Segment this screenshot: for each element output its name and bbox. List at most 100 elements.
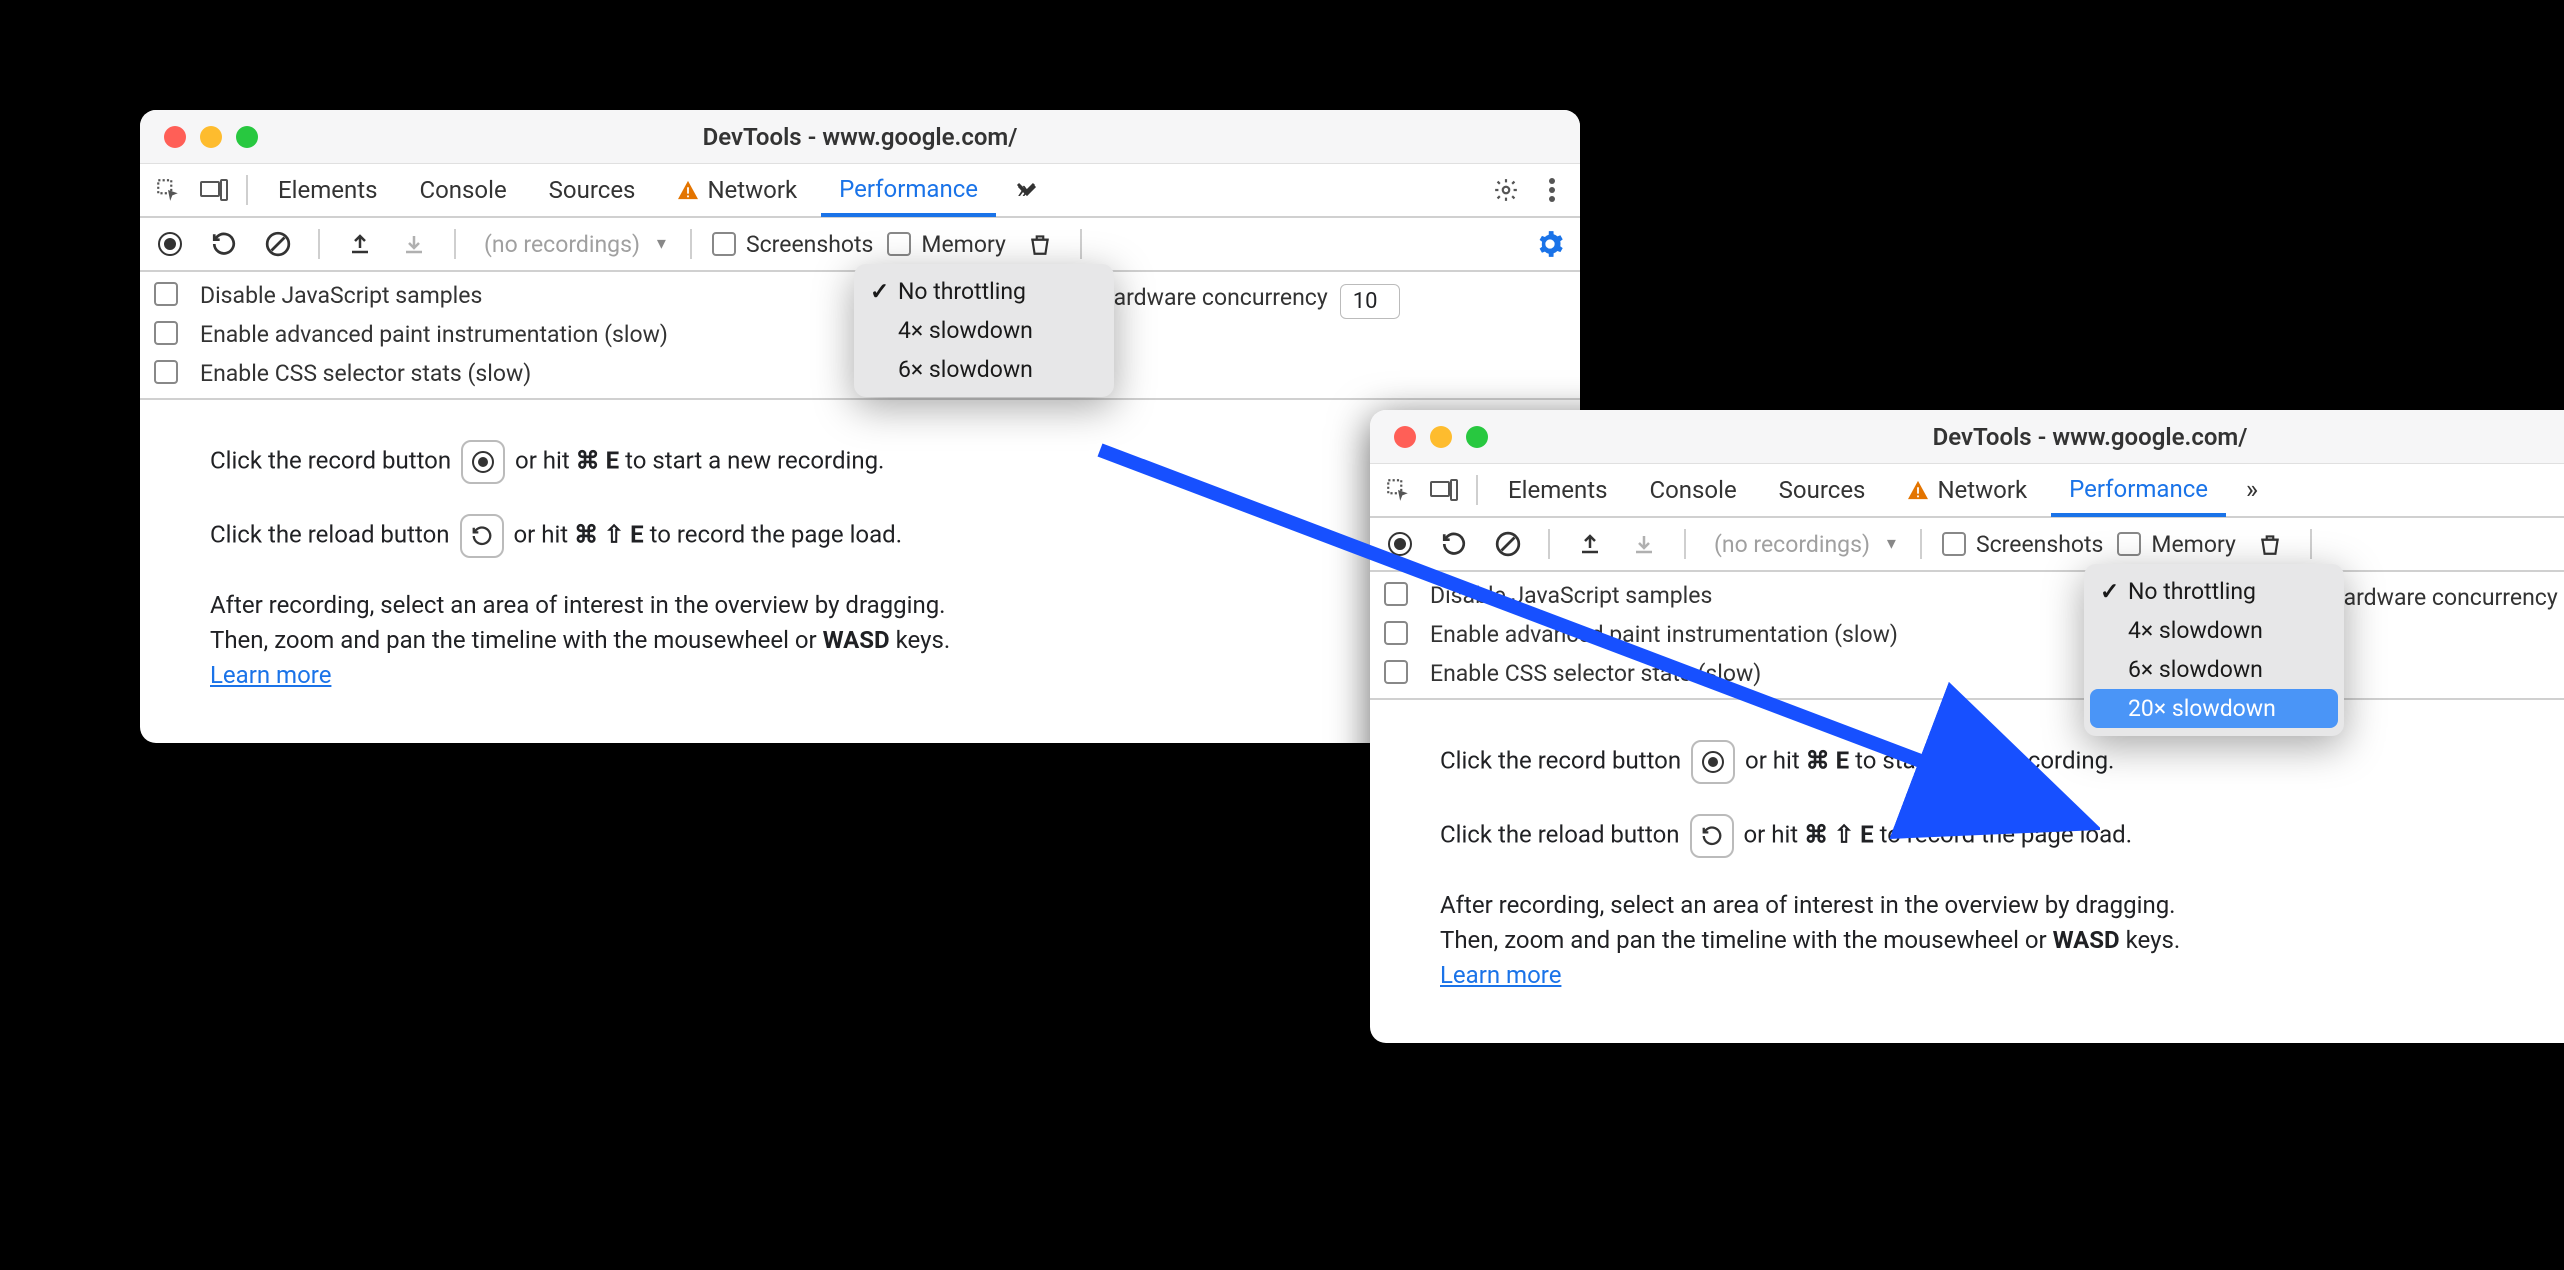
dropdown-item-20x[interactable]: 20× slowdown [2090,689,2338,728]
screenshots-checkbox[interactable]: Screenshots [1942,531,2103,558]
traffic-lights [1370,426,1488,448]
learn-more-link[interactable]: Learn more [210,661,331,689]
enable-paint-checkbox[interactable]: Enable advanced paint instrumentation (s… [1384,621,1950,650]
minimize-icon[interactable] [200,126,222,148]
devtools-window-1: DevTools - www.google.com/ Elements Cons… [140,110,1580,743]
disable-js-checkbox[interactable]: Disable JavaScript samples [1384,582,1950,611]
window-title: DevTools - www.google.com/ [140,123,1580,151]
download-icon[interactable] [394,224,434,264]
dropdown-item-6x[interactable]: 6× slowdown [2084,650,2344,689]
more-tabs-icon[interactable]: » [1002,170,1042,210]
performance-toolbar: (no recordings) Screenshots Memory [140,218,1580,272]
after-recording-text: After recording, select an area of inter… [1440,888,2564,992]
kebab-menu-icon[interactable] [1532,170,1572,210]
dropdown-item-6x[interactable]: 6× slowdown [854,350,1114,389]
zoom-icon[interactable] [1466,426,1488,448]
record-button[interactable] [1380,524,1420,564]
recordings-select[interactable]: (no recordings) [476,231,670,258]
hw-concurrency-label: Hardware concurrency [2327,584,2558,613]
cpu-throttling-dropdown: No throttling 4× slowdown 6× slowdown [854,264,1114,397]
upload-icon[interactable] [1570,524,1610,564]
upload-icon[interactable] [340,224,380,264]
performance-toolbar: (no recordings) Screenshots Memory [1370,518,2564,572]
tab-sources[interactable]: Sources [1761,464,1884,516]
divider [246,175,248,205]
minimize-icon[interactable] [1430,426,1452,448]
enable-css-checkbox[interactable]: Enable CSS selector stats (slow) [154,360,720,389]
hw-concurrency-row: Hardware concurrency 10 [1051,284,1566,319]
titlebar: DevTools - www.google.com/ [1370,410,2564,464]
reload-button[interactable] [1434,524,1474,564]
devtools-window-2: DevTools - www.google.com/ Elements Cons… [1370,410,2564,1043]
devtools-tabbar: Elements Console Sources Network Perform… [140,164,1580,218]
dropdown-item-no-throttling[interactable]: No throttling [2084,572,2344,611]
screenshots-checkbox[interactable]: Screenshots [712,231,873,258]
cpu-throttling-dropdown: No throttling 4× slowdown 6× slowdown 20… [2084,564,2344,736]
memory-checkbox[interactable]: Memory [887,231,1005,258]
zoom-icon[interactable] [236,126,258,148]
record-icon [461,440,505,484]
dropdown-item-4x[interactable]: 4× slowdown [2084,611,2344,650]
divider [1548,529,1550,559]
close-icon[interactable] [164,126,186,148]
enable-paint-checkbox[interactable]: Enable advanced paint instrumentation (s… [154,321,720,350]
divider [454,229,456,259]
tab-performance[interactable]: Performance [821,165,996,217]
recordings-select[interactable]: (no recordings) [1706,531,1900,558]
divider [318,229,320,259]
titlebar: DevTools - www.google.com/ [140,110,1580,164]
traffic-lights [140,126,258,148]
clear-button[interactable] [258,224,298,264]
device-toolbar-icon[interactable] [194,170,234,210]
tab-elements[interactable]: Elements [1490,464,1625,516]
instructions-panel: Click the record button or hit ⌘ E to st… [140,400,1580,742]
tab-network-label: Network [707,176,797,204]
devtools-tabbar: Elements Console Sources Network Perform… [1370,464,2564,518]
record-icon [1691,740,1735,784]
divider [1920,529,1922,559]
hw-concurrency-input[interactable]: 10 [1340,284,1400,319]
tab-network[interactable]: Network [1889,464,2045,516]
tab-elements[interactable]: Elements [260,164,395,216]
tab-console[interactable]: Console [401,164,524,216]
clear-button[interactable] [1488,524,1528,564]
divider [1476,475,1478,505]
after-recording-text: After recording, select an area of inter… [210,588,1550,692]
reload-instruction: Click the reload button or hit ⌘ ⇧ E to … [210,514,1550,558]
learn-more-link[interactable]: Learn more [1440,961,1561,989]
reload-icon [460,514,504,558]
disable-js-checkbox[interactable]: Disable JavaScript samples [154,282,720,311]
hw-concurrency-label: Hardware concurrency [1097,284,1328,313]
close-icon[interactable] [1394,426,1416,448]
collect-garbage-icon[interactable] [1020,224,1060,264]
download-icon[interactable] [1624,524,1664,564]
divider [1080,229,1082,259]
settings-gear-icon[interactable] [1486,170,1526,210]
tab-sources[interactable]: Sources [531,164,654,216]
capture-settings-gear-icon[interactable] [1530,224,1570,264]
tab-network-label: Network [1937,476,2027,504]
collect-garbage-icon[interactable] [2250,524,2290,564]
dropdown-item-4x[interactable]: 4× slowdown [854,311,1114,350]
dropdown-item-no-throttling[interactable]: No throttling [854,272,1114,311]
device-toolbar-icon[interactable] [1424,470,1464,510]
warning-icon [1907,480,1929,500]
divider [2310,529,2312,559]
record-instruction: Click the record button or hit ⌘ E to st… [210,440,1550,484]
inspect-icon[interactable] [148,170,188,210]
enable-css-checkbox[interactable]: Enable CSS selector stats (slow) [1384,660,1950,689]
capture-settings-panel: Disable JavaScript samples Enable advanc… [1370,572,2564,700]
more-tabs-icon[interactable]: » [2232,470,2272,510]
inspect-icon[interactable] [1378,470,1418,510]
reload-icon [1690,814,1734,858]
record-button[interactable] [150,224,190,264]
tab-console[interactable]: Console [1631,464,1754,516]
divider [1684,529,1686,559]
tab-network[interactable]: Network [659,164,815,216]
window-title: DevTools - www.google.com/ [1370,423,2564,451]
instructions-panel: Click the record button or hit ⌘ E to st… [1370,700,2564,1042]
tab-performance[interactable]: Performance [2051,465,2226,517]
memory-checkbox[interactable]: Memory [2117,531,2235,558]
warning-icon [677,180,699,200]
reload-button[interactable] [204,224,244,264]
